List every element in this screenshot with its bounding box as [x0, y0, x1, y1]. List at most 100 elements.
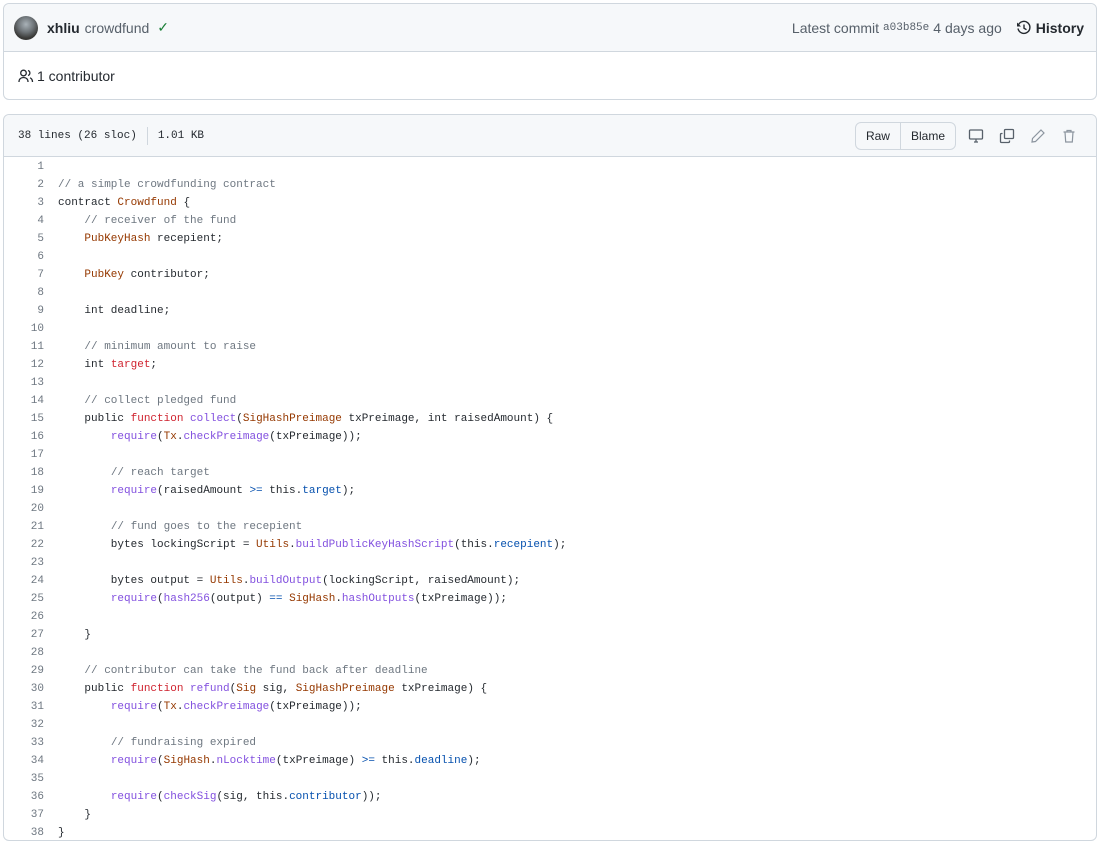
line-number[interactable]: 34	[4, 755, 44, 767]
code-token: SigHash	[163, 755, 210, 767]
code-token: // minimum amount to raise	[84, 341, 257, 353]
code-token: nLocktime	[216, 755, 276, 767]
line-number[interactable]: 38	[4, 827, 44, 839]
code-token: .	[335, 593, 342, 605]
contributors[interactable]: 1 contributor	[4, 52, 1096, 99]
line-number[interactable]: 4	[4, 215, 44, 227]
line-content: contract Crowdfund {	[44, 197, 190, 209]
code-line: 22 bytes lockingScript = Utils.buildPubl…	[4, 536, 1096, 554]
line-number[interactable]: 11	[4, 341, 44, 353]
code-token: bytes lockingScript =	[58, 539, 257, 551]
history-icon	[1016, 20, 1031, 34]
code-token: ==	[269, 593, 283, 605]
code-token: (raisedAmount	[157, 485, 250, 497]
line-number[interactable]: 24	[4, 575, 44, 587]
line-content: // receiver of the fund	[44, 215, 236, 227]
line-number[interactable]: 5	[4, 233, 44, 245]
line-number[interactable]: 33	[4, 737, 44, 749]
line-number[interactable]: 31	[4, 701, 44, 713]
line-number[interactable]: 14	[4, 395, 44, 407]
line-number[interactable]: 27	[4, 629, 44, 641]
line-number[interactable]: 36	[4, 791, 44, 803]
line-number[interactable]: 20	[4, 503, 44, 515]
code-token: );	[341, 485, 356, 497]
code-token: txPreimage, int raisedAmount) {	[341, 413, 554, 425]
line-content: public function refund(Sig sig, SigHashP…	[44, 683, 487, 695]
code-line: 14 // collect pledged fund	[4, 392, 1096, 410]
line-number[interactable]: 26	[4, 611, 44, 623]
line-number[interactable]: 32	[4, 719, 44, 731]
code-line: 4 // receiver of the fund	[4, 212, 1096, 230]
code-token: require	[110, 755, 158, 767]
line-number[interactable]: 29	[4, 665, 44, 677]
commit-message[interactable]: crowdfund	[85, 20, 150, 36]
line-number[interactable]: 25	[4, 593, 44, 605]
line-number[interactable]: 9	[4, 305, 44, 317]
line-number[interactable]: 18	[4, 467, 44, 479]
line-content: }	[44, 827, 65, 839]
blame-button[interactable]: Blame	[899, 122, 955, 149]
code-token: // a simple crowdfunding contract	[58, 179, 276, 191]
code-token: buildOutput	[249, 575, 323, 587]
line-content: PubKey contributor;	[44, 269, 209, 281]
desktop-icon[interactable]	[960, 128, 991, 144]
code-token: require	[110, 701, 158, 713]
line-number[interactable]: 12	[4, 359, 44, 371]
line-number[interactable]: 6	[4, 251, 44, 263]
code-token: checkSig	[163, 791, 217, 803]
line-number[interactable]: 13	[4, 377, 44, 389]
line-number[interactable]: 23	[4, 557, 44, 569]
history-button[interactable]: History	[1016, 20, 1084, 36]
code-token: Utils	[256, 539, 290, 551]
line-content: require(Tx.checkPreimage(txPreimage));	[44, 701, 362, 713]
avatar[interactable]	[14, 15, 38, 40]
pencil-icon[interactable]	[1022, 128, 1053, 144]
code-token: sig,	[256, 683, 296, 695]
line-content: bytes output = Utils.buildOutput(locking…	[44, 575, 520, 587]
code-line: 23	[4, 554, 1096, 572]
code-line: 36 require(checkSig(sig, this.contributo…	[4, 788, 1096, 806]
code-token: recepient	[493, 539, 554, 551]
code-token: target	[110, 359, 151, 371]
line-number[interactable]: 10	[4, 323, 44, 335]
code-token: (output)	[209, 593, 270, 605]
line-number[interactable]: 7	[4, 269, 44, 281]
line-number[interactable]: 16	[4, 431, 44, 443]
people-icon	[18, 69, 34, 82]
commit-sha[interactable]: a03b85e	[883, 22, 929, 34]
line-number[interactable]: 8	[4, 287, 44, 299]
code-token: >=	[249, 485, 263, 497]
trash-icon[interactable]	[1053, 128, 1084, 144]
commit-author[interactable]: xhliu	[47, 20, 80, 36]
line-number[interactable]: 15	[4, 413, 44, 425]
line-number[interactable]: 35	[4, 773, 44, 785]
line-number[interactable]: 17	[4, 449, 44, 461]
code-token: (txPreimage));	[269, 701, 362, 713]
line-number[interactable]: 2	[4, 179, 44, 191]
copy-icon[interactable]	[991, 128, 1022, 144]
code-token: SigHashPreimage	[242, 413, 342, 425]
line-number[interactable]: 3	[4, 197, 44, 209]
raw-button[interactable]: Raw	[856, 123, 900, 149]
line-number[interactable]: 21	[4, 521, 44, 533]
latest-commit-label: Latest commit	[791, 19, 880, 36]
code-line: 5 PubKeyHash recepient;	[4, 230, 1096, 248]
code-token: this.	[262, 485, 303, 497]
code-token: public	[58, 413, 131, 425]
line-content: int deadline;	[44, 305, 170, 317]
check-icon[interactable]: ✓	[157, 19, 169, 36]
code-token: (	[157, 755, 164, 767]
line-number[interactable]: 19	[4, 485, 44, 497]
line-number[interactable]: 1	[4, 161, 44, 173]
line-number[interactable]: 28	[4, 647, 44, 659]
code-line: 2 // a simple crowdfunding contract	[4, 176, 1096, 194]
line-number[interactable]: 37	[4, 809, 44, 821]
line-number[interactable]: 30	[4, 683, 44, 695]
line-number[interactable]: 22	[4, 539, 44, 551]
line-content: }	[44, 629, 91, 641]
code-token: }	[58, 809, 92, 821]
